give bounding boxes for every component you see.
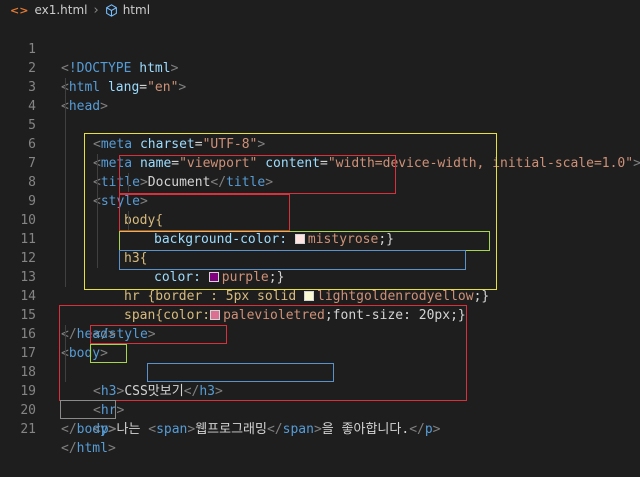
code-line[interactable]: 7 <style>	[0, 135, 640, 209]
line-number: 21	[20, 422, 36, 437]
html-file-icon: <>	[10, 3, 29, 17]
code-line[interactable]: 12 hr {border : 5px solid lightgoldenrod…	[0, 230, 640, 304]
code-line[interactable]: 9 background-color: mistyrose;}	[0, 173, 640, 247]
code-line[interactable]: 13 span{color: palevioletred;font-size: 2…	[0, 249, 640, 323]
code-line[interactable]: 18 <hr>	[0, 344, 640, 418]
code-line[interactable]: 15 </head>	[0, 287, 640, 342]
code-line[interactable]: 10 h3{	[0, 192, 640, 266]
chevron-right-icon: ›	[93, 2, 99, 18]
cube-icon	[105, 3, 118, 17]
code-line[interactable]: 3 <head>	[0, 59, 640, 114]
code-editor[interactable]: 1 <!DOCTYPE html> 2 <html lang="en"> 3 <…	[0, 21, 640, 456]
code-line[interactable]: 19 <p>나는 <span>웹프로그래밍</span>을 좋아합니다.</p>	[0, 363, 640, 437]
code-line[interactable]: 21 </html>	[0, 401, 640, 456]
code-line[interactable]: 6 <title>Document</title>	[0, 116, 640, 190]
code-line[interactable]: 4 <meta charset="UTF-8">	[0, 78, 640, 152]
code-line[interactable]: 20 </body>	[0, 382, 640, 437]
code-line[interactable]: 16 <body>	[0, 306, 640, 361]
breadcrumb-element[interactable]: html	[123, 3, 150, 17]
breadcrumb-file[interactable]: ex1.html	[34, 3, 87, 17]
code-line[interactable]: 17 <h3>CSS맛보기</h3>	[0, 325, 640, 399]
code-line[interactable]: 1 <!DOCTYPE html>	[0, 21, 640, 76]
code-line[interactable]: 5 <meta name="viewport" content="width=d…	[0, 97, 640, 171]
breadcrumb: <> ex1.html › html	[0, 0, 640, 20]
code-line[interactable]: 8 body{	[0, 154, 640, 228]
code-line[interactable]: 11 color: purple;}	[0, 211, 640, 285]
code-line[interactable]: 2 <html lang="en">	[0, 40, 640, 95]
code-line[interactable]: 14 </style>	[0, 268, 640, 342]
